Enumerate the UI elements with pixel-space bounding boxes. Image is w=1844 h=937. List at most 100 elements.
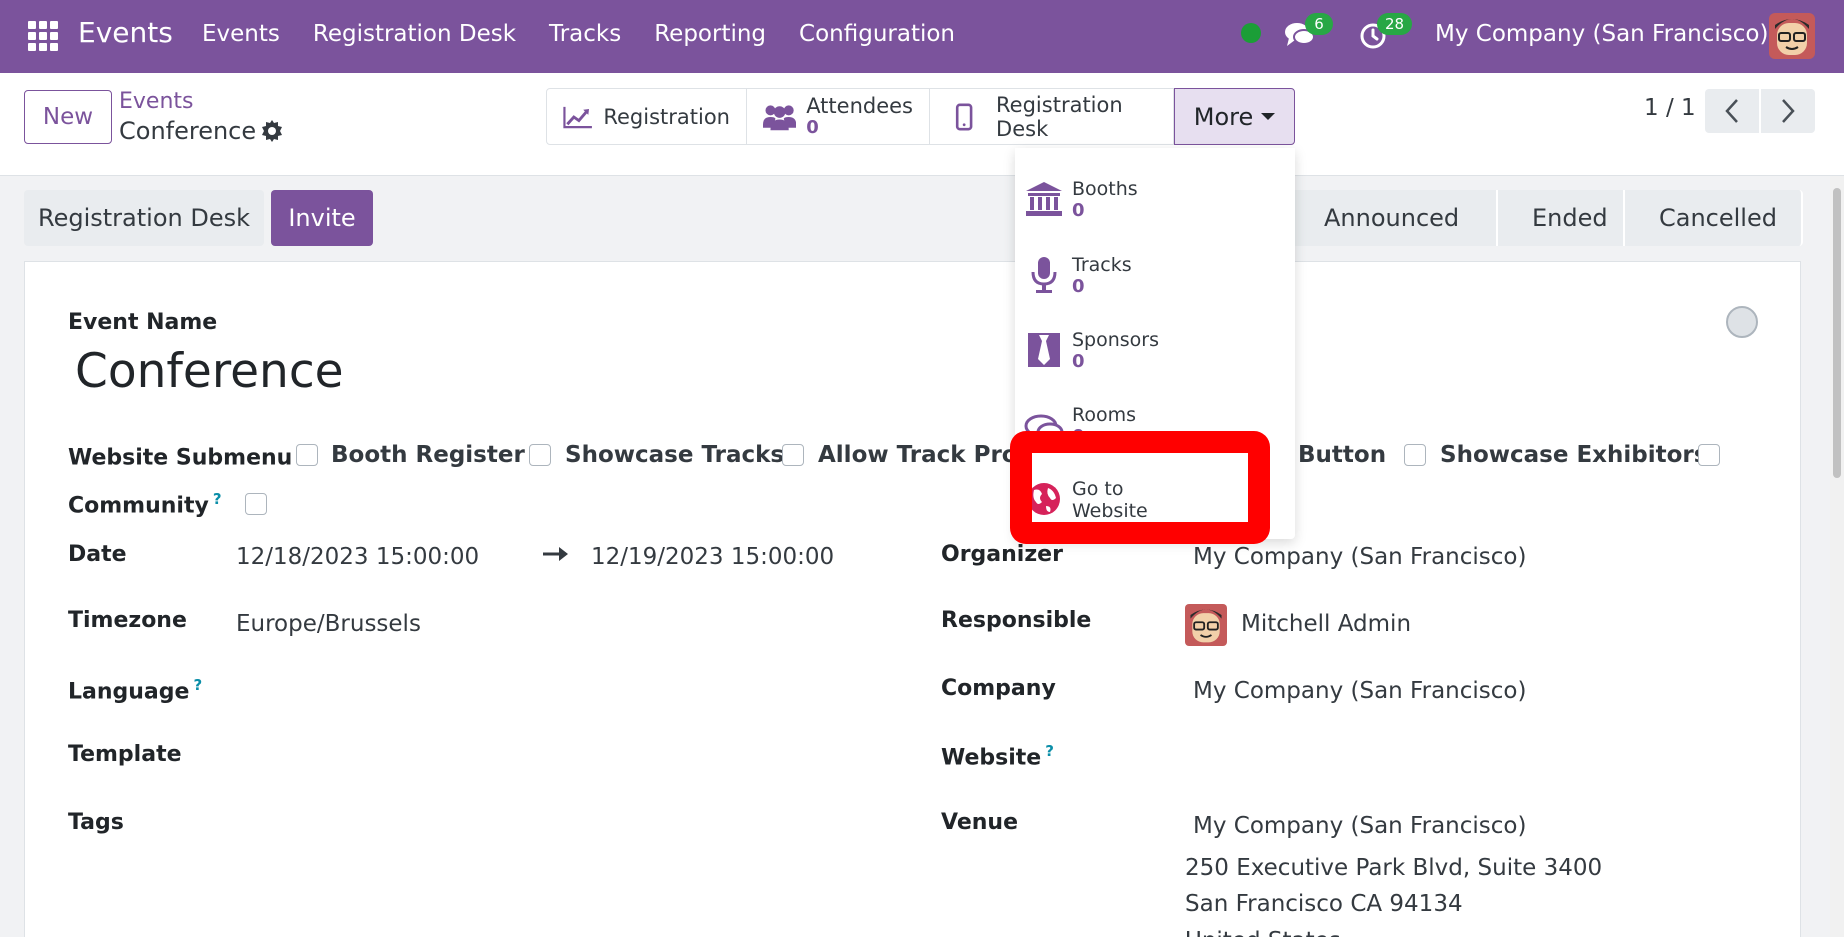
users-icon	[763, 104, 797, 130]
menu-configuration[interactable]: Configuration	[799, 21, 955, 47]
dropdown-item-rooms[interactable]: Rooms 0	[1015, 386, 1295, 456]
showcase-tracks-label: Showcase Tracks	[565, 442, 785, 468]
invite-button[interactable]: Invite	[271, 190, 373, 246]
responsible-label: Responsible	[941, 608, 1092, 633]
date-label: Date	[68, 542, 127, 567]
rooms-count: 0	[1072, 426, 1085, 447]
menu-reporting[interactable]: Reporting	[654, 21, 766, 47]
community-checkbox[interactable]	[245, 493, 267, 515]
showcase-exhibitors-checkbox[interactable]	[1698, 444, 1720, 466]
registration-smart-button[interactable]: Registration	[546, 88, 747, 145]
stage-announced[interactable]: Announced	[1290, 190, 1498, 246]
language-label: Language?	[68, 676, 203, 705]
chat-bubbles-icon	[1024, 414, 1064, 442]
new-button[interactable]: New	[24, 90, 112, 144]
website-submenu-checkbox[interactable]	[296, 444, 318, 466]
page-scrollbar[interactable]	[1830, 176, 1844, 937]
sponsors-label: Sponsors	[1072, 329, 1160, 351]
registration-desk-button[interactable]: Registration Desk	[24, 190, 264, 246]
breadcrumb-events[interactable]: Events	[119, 89, 194, 114]
go-to-website-line1: Go to	[1072, 478, 1124, 500]
mobile-phone-icon	[955, 103, 973, 130]
stage-ended[interactable]: Ended	[1498, 190, 1625, 246]
chevron-left-icon	[1725, 99, 1738, 123]
pager-next-button[interactable]	[1761, 89, 1815, 133]
menu-registration-desk[interactable]: Registration Desk	[313, 21, 516, 47]
booths-label: Booths	[1072, 178, 1138, 200]
dropdown-item-go-to-website[interactable]: Go to Website	[1015, 460, 1295, 530]
activity-count-badge: 28	[1377, 13, 1413, 35]
tags-label: Tags	[68, 810, 124, 835]
breadcrumb-current: Conference	[119, 117, 257, 145]
tracks-label: Tracks	[1072, 254, 1132, 276]
date-end-input[interactable]: 12/19/2023 15:00:00	[591, 544, 834, 570]
pager-previous-button[interactable]	[1705, 89, 1759, 133]
app-brand[interactable]: Events	[78, 16, 173, 49]
stage-statusbar: Announced Ended Cancelled	[1290, 190, 1803, 246]
event-name-input[interactable]: Conference	[75, 344, 344, 399]
chevron-right-icon	[1782, 99, 1795, 123]
booths-count: 0	[1072, 200, 1085, 221]
more-label: More	[1193, 102, 1254, 131]
more-dropdown-menu: Booths0 Tracks0 Sponsors0 Rooms0 Go	[1015, 148, 1295, 539]
apps-menu-icon[interactable]	[28, 21, 58, 51]
showcase-tracks-checkbox[interactable]	[782, 444, 804, 466]
responsible-field[interactable]: Mitchell Admin	[1241, 611, 1411, 637]
pager-value[interactable]: 1 / 1	[1644, 95, 1696, 121]
attendees-count: 0	[806, 116, 819, 138]
venue-field[interactable]: My Company (San Francisco)	[1193, 813, 1526, 839]
booth-register-checkbox[interactable]	[529, 444, 551, 466]
line-chart-icon	[563, 106, 592, 128]
user-avatar[interactable]	[1769, 13, 1815, 59]
control-panel: New Events Conference Registration Atten…	[0, 73, 1844, 176]
venue-address-line2: San Francisco CA 94134	[1185, 891, 1463, 917]
date-start-input[interactable]: 12/18/2023 15:00:00	[236, 544, 479, 570]
gear-icon[interactable]	[260, 119, 284, 143]
caret-down-icon	[1261, 113, 1276, 120]
tracks-count: 0	[1072, 276, 1085, 297]
menu-tracks[interactable]: Tracks	[549, 21, 621, 47]
registration-desk-label: Registration Desk	[996, 92, 1123, 141]
responsible-avatar	[1185, 604, 1227, 646]
online-status-icon	[1241, 23, 1261, 43]
kanban-state-toggle[interactable]	[1726, 306, 1758, 338]
form-sheet: Event Name Conference Website Submenu? B…	[24, 261, 1801, 937]
event-name-label: Event Name	[68, 310, 218, 335]
registration-label: Registration	[603, 104, 730, 129]
microphone-icon	[1031, 257, 1057, 293]
main-menu: Events Registration Desk Tracks Reportin…	[202, 21, 988, 47]
booth-register-label: Booth Register	[331, 442, 525, 468]
venue-address-line1: 250 Executive Park Blvd, Suite 3400	[1185, 855, 1603, 881]
dropdown-item-sponsors[interactable]: Sponsors 0	[1015, 311, 1295, 381]
dropdown-item-booths[interactable]: Booths 0	[1015, 160, 1295, 230]
more-dropdown-toggle[interactable]: More	[1174, 88, 1295, 145]
attendees-smart-button[interactable]: Attendees 0	[747, 88, 930, 145]
community-label: Community?	[68, 490, 222, 519]
sponsors-count: 0	[1072, 351, 1085, 372]
go-to-website-line2: Website	[1072, 500, 1148, 522]
company-switcher[interactable]: My Company (San Francisco)	[1435, 21, 1768, 47]
arrow-right-icon	[543, 547, 568, 561]
scrollbar-thumb[interactable]	[1833, 188, 1841, 478]
help-icon[interactable]: ?	[213, 490, 222, 508]
timezone-select[interactable]: Europe/Brussels	[236, 611, 421, 637]
bank-icon	[1026, 182, 1062, 216]
organizer-field[interactable]: My Company (San Francisco)	[1193, 544, 1526, 570]
help-icon[interactable]: ?	[1045, 742, 1054, 760]
attendees-label: Attendees	[806, 93, 913, 118]
tie-icon	[1028, 333, 1060, 367]
registration-desk-smart-button[interactable]: Registration Desk	[930, 88, 1174, 145]
template-label: Template	[68, 742, 182, 767]
smart-buttons: Registration Attendees 0 Registration De…	[546, 88, 1295, 145]
menu-events[interactable]: Events	[202, 21, 280, 47]
company-field[interactable]: My Company (San Francisco)	[1193, 678, 1526, 704]
help-icon[interactable]: ?	[193, 676, 202, 694]
globe-icon	[1028, 483, 1060, 515]
venue-address-line3: United States	[1185, 928, 1341, 937]
dropdown-item-tracks[interactable]: Tracks 0	[1015, 236, 1295, 306]
organizer-label: Organizer	[941, 542, 1063, 567]
rooms-label: Rooms	[1072, 404, 1137, 426]
stage-cancelled[interactable]: Cancelled	[1625, 190, 1803, 246]
website-submenu-label: Website Submenu?	[68, 442, 305, 470]
register-button-checkbox[interactable]	[1404, 444, 1426, 466]
